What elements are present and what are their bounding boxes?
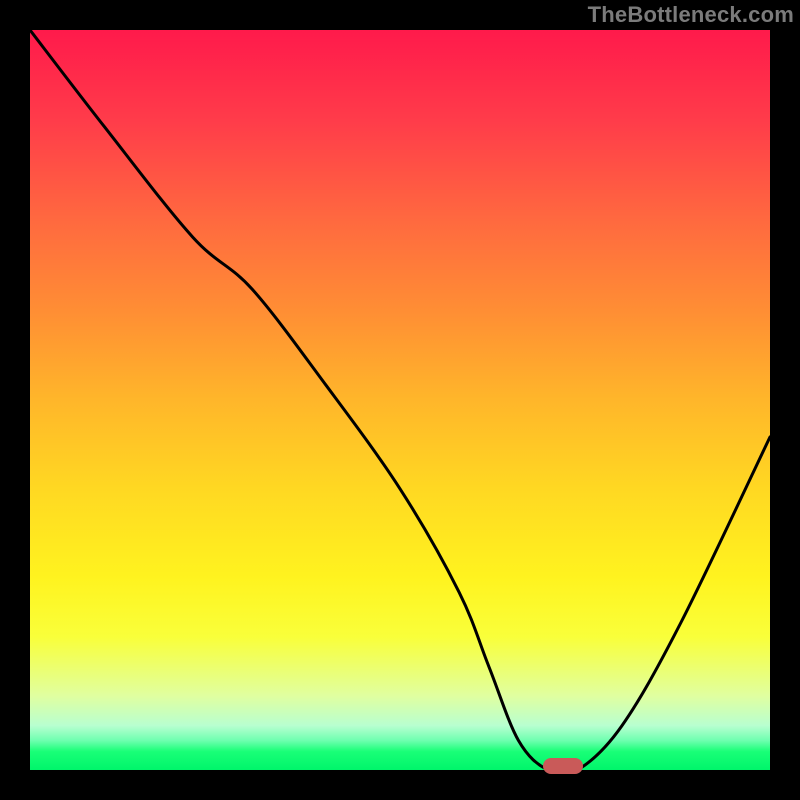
watermark-label: TheBottleneck.com: [588, 2, 794, 28]
plot-area: [30, 30, 770, 770]
bottleneck-curve: [30, 30, 770, 770]
chart-frame: TheBottleneck.com: [0, 0, 800, 800]
optimal-marker: [543, 758, 583, 774]
